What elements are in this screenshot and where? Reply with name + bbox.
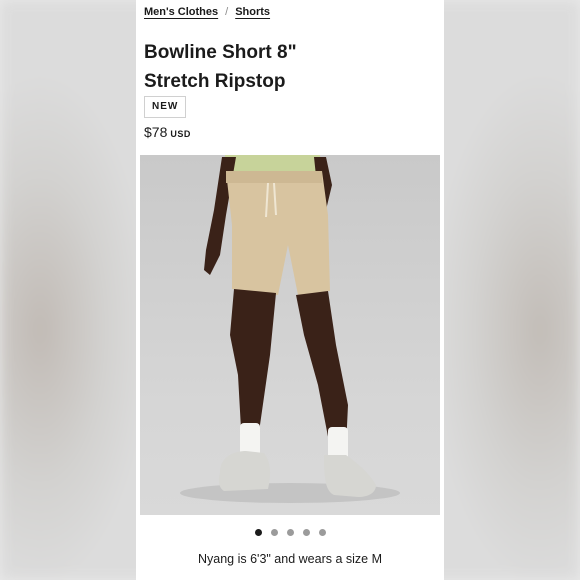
right-shoe-shape: [324, 455, 376, 497]
carousel-dot-4[interactable]: [302, 529, 310, 536]
product-card: Men's Clothes / Shorts Bowline Short 8" …: [136, 0, 444, 580]
model-wearing-shorts-image: [180, 155, 400, 503]
carousel-dot-5[interactable]: [318, 529, 326, 536]
breadcrumb-separator: /: [225, 6, 229, 18]
product-title-line-1: Bowline Short 8": [144, 42, 297, 63]
carousel-dots: [136, 529, 444, 536]
product-price: $78 USD: [144, 124, 191, 140]
left-shoe-shape: [218, 451, 271, 491]
shorts-waistband: [226, 171, 322, 183]
breadcrumb: Men's Clothes / Shorts: [144, 6, 270, 18]
breadcrumb-link-shorts[interactable]: Shorts: [235, 6, 270, 18]
shorts-shape: [226, 171, 330, 295]
carousel-dot-3[interactable]: [286, 529, 294, 536]
price-currency: USD: [170, 129, 191, 139]
product-photo[interactable]: [140, 155, 440, 515]
breadcrumb-link-mens-clothes[interactable]: Men's Clothes: [144, 6, 218, 18]
new-badge: NEW: [144, 96, 187, 118]
right-leg-shape: [296, 291, 348, 447]
carousel-dot-1[interactable]: [254, 529, 262, 536]
model-size-caption: Nyang is 6'3" and wears a size M: [198, 552, 382, 566]
carousel-dot-2[interactable]: [270, 529, 278, 536]
price-amount: $78: [144, 124, 168, 140]
product-title: Bowline Short 8" Stretch Ripstop: [144, 38, 434, 96]
product-title-line-2: Stretch Ripstop: [144, 71, 286, 92]
